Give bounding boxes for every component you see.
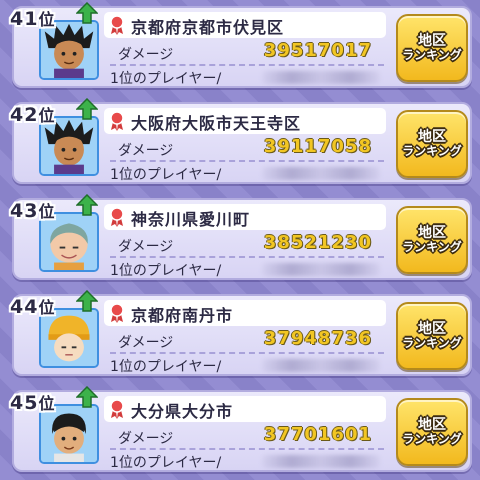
- divider: [110, 160, 384, 162]
- ranking-button-line2: ランキング: [402, 336, 462, 351]
- ranking-button-line2: ランキング: [402, 432, 462, 447]
- region-name-bar: 神奈川県愛川町: [104, 204, 386, 230]
- region-ranking-button[interactable]: 地区 ランキング: [396, 14, 468, 82]
- medal-ribbon-icon: [110, 15, 124, 35]
- region-name: 京都府京都市伏見区: [131, 18, 285, 37]
- divider: [110, 352, 384, 354]
- ranking-button-line1: 地区: [418, 417, 446, 434]
- region-name: 大阪府大阪市天王寺区: [131, 114, 302, 133]
- region-name-bar: 大分県大分市: [104, 396, 386, 422]
- rank-number: 44: [10, 296, 39, 318]
- up-arrow-icon: [76, 290, 98, 312]
- region-name-bar: 大阪府大阪市天王寺区: [104, 108, 386, 134]
- divider: [110, 448, 384, 450]
- damage-value: 37948736: [263, 328, 372, 349]
- up-arrow-icon: [76, 194, 98, 216]
- ranking-button-line1: 地区: [418, 33, 446, 50]
- top-player-label: 1位のプレイヤー/: [110, 167, 222, 183]
- region-ranking-button[interactable]: 地区 ランキング: [396, 206, 468, 274]
- ranking-button-line1: 地区: [418, 321, 446, 338]
- medal-ribbon-icon: [110, 399, 124, 419]
- up-arrow-icon: [76, 98, 98, 120]
- player-name-blurred: [262, 167, 380, 180]
- ranking-button-line2: ランキング: [402, 144, 462, 159]
- ranking-list: 41位 京都府京都市伏見区 ダメージ 39517017 1位のプレイヤー/ 地区: [0, 0, 480, 480]
- damage-value: 38521230: [263, 232, 372, 253]
- ranking-row: 43位 神奈川県愛川町 ダメージ 38521230 1位のプレイヤー/ 地区 ラ…: [6, 192, 472, 280]
- rank-suffix: 位: [38, 106, 56, 125]
- rank-label: 42位: [10, 102, 55, 128]
- divider: [110, 256, 384, 258]
- rank-label: 44位: [10, 294, 55, 320]
- up-arrow-icon: [76, 386, 98, 408]
- top-player-label: 1位のプレイヤー/: [110, 71, 222, 87]
- region-name: 神奈川県愛川町: [131, 210, 251, 229]
- rank-suffix: 位: [38, 202, 56, 221]
- damage-label: ダメージ: [118, 431, 174, 447]
- damage-label: ダメージ: [118, 335, 174, 351]
- region-name-bar: 京都府南丹市: [104, 300, 386, 326]
- rank-label: 43位: [10, 198, 55, 224]
- player-name-blurred: [262, 359, 380, 372]
- damage-label: ダメージ: [118, 239, 174, 255]
- region-name-bar: 京都府京都市伏見区: [104, 12, 386, 38]
- region-ranking-button[interactable]: 地区 ランキング: [396, 398, 468, 466]
- damage-value: 39517017: [263, 40, 372, 61]
- damage-value: 37701601: [263, 424, 372, 445]
- rank-number: 43: [10, 200, 39, 222]
- top-player-label: 1位のプレイヤー/: [110, 455, 222, 471]
- ranking-button-line2: ランキング: [402, 48, 462, 63]
- top-player-label: 1位のプレイヤー/: [110, 359, 222, 375]
- rank-label: 41位: [10, 6, 55, 32]
- medal-ribbon-icon: [110, 303, 124, 323]
- rank-suffix: 位: [38, 394, 56, 413]
- ranking-button-line1: 地区: [418, 129, 446, 146]
- region-ranking-button[interactable]: 地区 ランキング: [396, 302, 468, 370]
- region-ranking-button[interactable]: 地区 ランキング: [396, 110, 468, 178]
- medal-ribbon-icon: [110, 111, 124, 131]
- divider: [110, 64, 384, 66]
- player-name-blurred: [262, 263, 380, 276]
- ranking-button-line2: ランキング: [402, 240, 462, 255]
- player-name-blurred: [262, 455, 380, 468]
- region-name: 大分県大分市: [131, 402, 234, 421]
- player-name-blurred: [262, 71, 380, 84]
- top-player-label: 1位のプレイヤー/: [110, 263, 222, 279]
- rank-number: 42: [10, 104, 39, 126]
- damage-value: 39117058: [263, 136, 372, 157]
- damage-label: ダメージ: [118, 143, 174, 159]
- medal-ribbon-icon: [110, 207, 124, 227]
- rank-label: 45位: [10, 390, 55, 416]
- rank-number: 41: [10, 8, 39, 30]
- ranking-row: 45位 大分県大分市 ダメージ 37701601 1位のプレイヤー/ 地区 ラン…: [6, 384, 472, 472]
- ranking-button-line1: 地区: [418, 225, 446, 242]
- ranking-row: 41位 京都府京都市伏見区 ダメージ 39517017 1位のプレイヤー/ 地区: [6, 0, 472, 88]
- up-arrow-icon: [76, 2, 98, 24]
- region-name: 京都府南丹市: [131, 306, 234, 325]
- ranking-row: 42位 大阪府大阪市天王寺区 ダメージ 39117058 1位のプレイヤー/ 地…: [6, 96, 472, 184]
- rank-suffix: 位: [38, 298, 56, 317]
- rank-suffix: 位: [38, 10, 56, 29]
- ranking-row: 44位 京都府南丹市 ダメージ 37948736 1位のプレイヤー/ 地区 ラン…: [6, 288, 472, 376]
- damage-label: ダメージ: [118, 47, 174, 63]
- rank-number: 45: [10, 392, 39, 414]
